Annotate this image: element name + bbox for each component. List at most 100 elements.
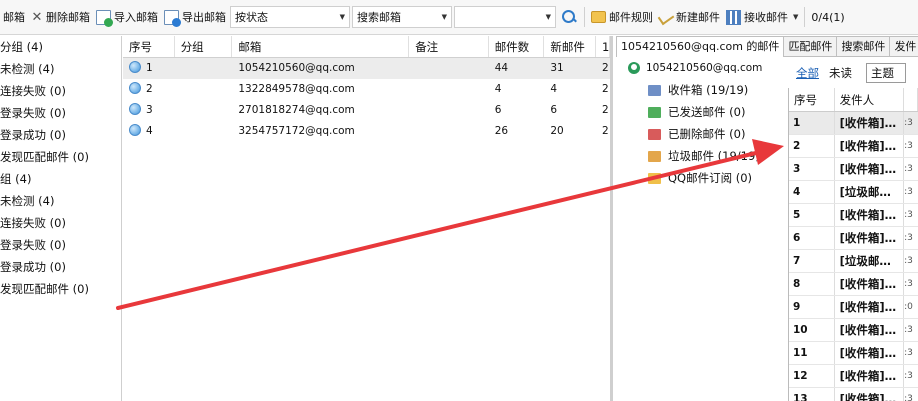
status-dot-icon — [129, 82, 141, 94]
row-new-mail: 20 — [550, 125, 564, 137]
sent-icon — [648, 106, 661, 118]
toolbar-divider — [804, 7, 806, 27]
tab-matched-mail[interactable]: 匹配邮件 — [783, 36, 838, 56]
subject-select[interactable]: 主题 — [866, 63, 906, 83]
tree-item[interactable]: 登录失败 (0) — [0, 102, 121, 124]
chevron-down-icon: ▼ — [545, 13, 551, 21]
column-header-email[interactable]: 邮箱 — [232, 36, 410, 57]
receive-mail-button[interactable]: 接收邮件 ▼ — [723, 6, 801, 28]
tab-sent[interactable]: 发件 — [889, 36, 918, 56]
column-header-group[interactable]: 分组 — [175, 36, 233, 57]
add-mailbox-button[interactable]: 邮箱 — [0, 6, 28, 28]
message-row[interactable]: 5 [收件箱]…:3 — [789, 204, 918, 227]
message-row[interactable]: 11 [收件箱]…:3 — [789, 342, 918, 365]
message-row[interactable]: 10 [收件箱]…:3 — [789, 319, 918, 342]
row-extra: 2 — [602, 125, 609, 137]
tree-item[interactable]: 登录失败 (0) — [0, 234, 121, 256]
message-index: 6 — [789, 227, 835, 249]
tab-account-mail[interactable]: 1054210560@qq.com 的邮件 — [616, 36, 785, 57]
progress-counter-text: 0/4(1) — [811, 10, 845, 24]
tree-item[interactable]: 发现匹配邮件 (0) — [0, 146, 121, 168]
column-header-extra[interactable]: 1 — [596, 36, 610, 57]
delete-mailbox-button[interactable]: ✕ 删除邮箱 — [28, 6, 93, 28]
search-icon[interactable] — [561, 9, 577, 25]
message-sender: [收件箱]… — [835, 158, 905, 180]
row-new-mail: 6 — [550, 104, 558, 116]
table-row[interactable]: 2 1322849578@qq.com 4 4 2 — [123, 79, 610, 100]
mail-rules-button[interactable]: 邮件规则 — [588, 6, 656, 28]
row-index: 2 — [123, 79, 175, 100]
message-row[interactable]: 1 [收件箱]…:3 — [789, 112, 918, 135]
new-mail-button[interactable]: 新建邮件 — [656, 6, 723, 28]
column-header-new-mail[interactable]: 新邮件 — [544, 36, 597, 57]
message-extra: :3 — [904, 279, 913, 289]
search-input[interactable]: ▼ — [454, 6, 556, 28]
tree-item[interactable]: 登录成功 (0) — [0, 256, 121, 278]
row-extra: 2 — [602, 104, 609, 116]
message-row[interactable]: 12 [收件箱]…:3 — [789, 365, 918, 388]
tree-item[interactable]: 未检测 (4) — [0, 190, 121, 212]
subscription-icon — [648, 172, 661, 184]
column-header-mail-count[interactable]: 邮件数 — [489, 36, 545, 57]
message-extra: :3 — [904, 371, 913, 381]
export-icon — [164, 9, 181, 27]
folder-label: 收件箱 (19/19) — [668, 83, 749, 97]
delete-mailbox-label: 删除邮箱 — [46, 11, 90, 24]
message-row[interactable]: 9 [收件箱]…:0 — [789, 296, 918, 319]
close-icon: ✕ — [31, 9, 43, 25]
column-header-index[interactable]: 序号 — [789, 88, 835, 111]
tree-item[interactable]: 连接失败 (0) — [0, 212, 121, 234]
row-mail-count: 26 — [494, 125, 509, 137]
message-index: 4 — [789, 181, 835, 203]
table-row[interactable]: 4 3254757172@qq.com 26 20 2 — [123, 121, 610, 142]
message-sender: [收件箱]… — [835, 296, 905, 318]
status-dot-icon — [129, 103, 141, 115]
import-mailbox-button[interactable]: 导入邮箱 — [93, 6, 161, 28]
filter-unread-link[interactable]: 未读 — [829, 65, 852, 81]
export-mailbox-button[interactable]: 导出邮箱 — [161, 6, 229, 28]
message-extra: :3 — [904, 325, 913, 335]
tab-search-mail[interactable]: 搜索邮件 — [836, 36, 891, 56]
chevron-down-icon: ▼ — [339, 13, 345, 21]
folder-icon — [591, 11, 606, 23]
table-row[interactable]: 1 1054210560@qq.com 44 31 2 — [123, 58, 610, 79]
status-dot-icon — [129, 124, 141, 136]
message-index: 13 — [789, 388, 835, 401]
chevron-down-icon: ▼ — [441, 13, 447, 21]
message-row[interactable]: 3 [收件箱]…:3 — [789, 158, 918, 181]
column-header-sender[interactable]: 发件人 — [835, 88, 905, 111]
search-field-select[interactable]: 搜索邮箱 ▼ — [352, 6, 452, 28]
new-mail-label: 新建邮件 — [676, 11, 720, 24]
message-row[interactable]: 7 [垃圾邮…:3 — [789, 250, 918, 273]
row-new-mail: 4 — [550, 83, 558, 95]
message-row[interactable]: 2 [收件箱]…:3 — [789, 135, 918, 158]
row-index: 4 — [123, 121, 175, 142]
message-row[interactable]: 8 [收件箱]…:3 — [789, 273, 918, 296]
status-dot-icon — [129, 61, 141, 73]
tree-item[interactable]: 连接失败 (0) — [0, 80, 121, 102]
tree-item[interactable]: 登录成功 (0) — [0, 124, 121, 146]
mailbox-table-header: 序号 分组 邮箱 备注 邮件数 新邮件 1 — [123, 36, 610, 58]
column-header-index[interactable]: 序号 — [123, 36, 175, 57]
status-select[interactable]: 按状态 ▼ — [230, 6, 350, 28]
row-new-mail: 31 — [550, 62, 564, 74]
filter-all-link[interactable]: 全部 — [796, 65, 819, 81]
message-index: 11 — [789, 342, 835, 364]
column-header-note[interactable]: 备注 — [409, 36, 489, 57]
folder-label: 已删除邮件 (0) — [668, 127, 746, 141]
user-icon — [628, 62, 640, 74]
tree-item[interactable]: 发现匹配邮件 (0) — [0, 278, 121, 300]
message-row[interactable]: 4 [垃圾邮…:3 — [789, 181, 918, 204]
column-header-extra[interactable] — [904, 88, 918, 111]
message-sender: [收件箱]… — [835, 135, 905, 157]
tree-item[interactable]: 未检测 (4) — [0, 58, 121, 80]
row-email: 1054210560@qq.com — [238, 62, 355, 74]
tree-item[interactable]: 组 (4) — [0, 168, 121, 190]
message-extra: :0 — [904, 302, 913, 312]
message-table: 序号 发件人 1 [收件箱]…:3 2 [收件箱]…:3 3 [收件箱]…:3 4 [垃… — [788, 88, 918, 401]
message-row[interactable]: 13 [收件箱]…:3 — [789, 388, 918, 401]
table-row[interactable]: 3 2701818274@qq.com 6 6 2 — [123, 100, 610, 121]
tree-item[interactable]: 分组 (4) — [0, 36, 121, 58]
message-sender: [收件箱]… — [835, 273, 905, 295]
message-row[interactable]: 6 [收件箱]…:3 — [789, 227, 918, 250]
